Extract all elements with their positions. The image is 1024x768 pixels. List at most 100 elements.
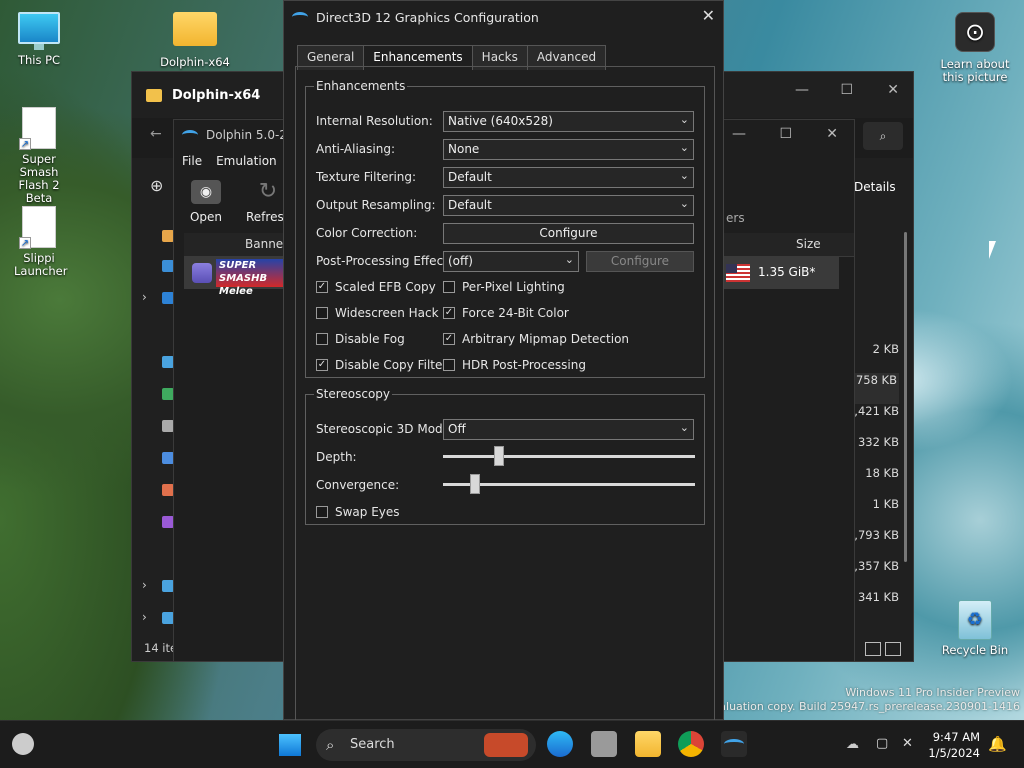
per-pixel-lighting-checkbox[interactable]: Per-Pixel Lighting — [443, 280, 565, 294]
depth-slider-thumb[interactable] — [494, 446, 504, 466]
chevron-down-icon: ⌄ — [679, 421, 689, 434]
mouse-cursor-icon — [989, 241, 996, 259]
notification-bell-icon[interactable]: 🔔 — [988, 735, 1007, 753]
post-processing-label: Post-Processing Effect: — [316, 254, 452, 268]
details-button[interactable]: Details — [854, 180, 896, 194]
open-button[interactable]: ◉ Open — [184, 180, 228, 224]
menu-emulation[interactable]: Emulation — [216, 154, 277, 168]
chevron-down-icon: ⌄ — [564, 253, 574, 266]
graphics-config-dialog[interactable]: Direct3D 12 Graphics Configuration ✕ Gen… — [283, 0, 724, 726]
checkbox-unchecked-icon — [443, 359, 455, 371]
close-icon[interactable]: ✕ — [702, 6, 715, 25]
file-shortcut-icon: ↗ — [19, 107, 56, 150]
mute-icon[interactable]: ✕ — [902, 736, 913, 751]
widescreen-hack-checkbox[interactable]: Widescreen Hack — [316, 306, 439, 320]
new-plus-icon[interactable]: ⊕ — [150, 176, 163, 195]
checkbox-unchecked-icon — [316, 333, 328, 345]
chrome-icon[interactable] — [678, 731, 704, 757]
desktop-icon-learn-picture[interactable]: ⊙ Learn about this picture — [936, 12, 1014, 84]
game-size: 1.35 GiB* — [758, 265, 816, 279]
search-highlight-icon — [484, 733, 528, 757]
dialog-titlebar[interactable]: Direct3D 12 Graphics Configuration — [284, 1, 723, 33]
desktop-icon-this-pc[interactable]: This PC — [0, 12, 78, 67]
force-24bit-color-checkbox[interactable]: ✓ Force 24-Bit Color — [443, 306, 569, 320]
convergence-slider[interactable] — [443, 474, 695, 494]
hdr-post-processing-label: HDR Post-Processing — [462, 358, 586, 372]
minimize-icon[interactable]: — — [795, 82, 809, 98]
expand-chevron-icon[interactable]: › — [142, 290, 147, 304]
stereoscopy-legend: Stereoscopy — [316, 387, 391, 401]
texture-filtering-select[interactable]: Default ⌄ — [443, 167, 694, 188]
post-processing-value: (off) — [448, 254, 473, 268]
desktop-icon-ssf2[interactable]: ↗ Super Smash Flash 2 Beta — [0, 107, 78, 205]
back-arrow-icon[interactable]: ← — [150, 126, 162, 142]
arbitrary-mipmap-label: Arbitrary Mipmap Detection — [462, 332, 630, 346]
minimize-icon[interactable]: — — [732, 126, 746, 142]
taskbar-clock[interactable]: 9:47 AM 1/5/2024 — [928, 729, 980, 761]
network-offline-icon[interactable]: ☁ — [846, 737, 859, 752]
maximize-icon[interactable]: ☐ — [779, 126, 792, 142]
desktop-icon-recycle-bin[interactable]: ♻ Recycle Bin — [936, 600, 1014, 657]
us-flag-icon — [726, 264, 750, 282]
weather-widget-icon[interactable] — [12, 733, 34, 755]
convergence-slider-thumb[interactable] — [470, 474, 480, 494]
depth-slider[interactable] — [443, 446, 695, 466]
disable-copy-filter-checkbox[interactable]: ✓ Disable Copy Filter — [316, 358, 447, 372]
output-resampling-select[interactable]: Default ⌄ — [443, 195, 694, 216]
shortcut-arrow-icon: ↗ — [19, 138, 31, 150]
swap-eyes-label: Swap Eyes — [335, 505, 400, 519]
color-correction-configure-button[interactable]: Configure — [443, 223, 694, 244]
chevron-down-icon: ⌄ — [679, 141, 689, 154]
internal-resolution-value: Native (640x528) — [448, 114, 553, 128]
stereo-mode-label: Stereoscopic 3D Mode: — [316, 422, 455, 436]
task-view-icon[interactable] — [591, 731, 617, 757]
desktop-icon-slippi[interactable]: ↗ Slippi Launcher — [0, 206, 78, 278]
column-size[interactable]: Size — [796, 237, 821, 251]
internal-resolution-select[interactable]: Native (640x528) ⌄ — [443, 111, 694, 132]
close-icon[interactable]: ✕ — [826, 126, 838, 142]
grid-view-icon[interactable] — [885, 642, 901, 656]
post-processing-configure-button: Configure — [586, 251, 694, 272]
start-windows-icon[interactable] — [279, 734, 301, 756]
desktop-icon-label: Recycle Bin — [941, 643, 1009, 657]
hdr-post-processing-checkbox[interactable]: HDR Post-Processing — [443, 358, 586, 372]
dolphin-title: Dolphin 5.0-20 — [206, 128, 295, 142]
banner-text: SUPER SMASHB Melee — [219, 260, 268, 297]
list-view-icon[interactable] — [865, 642, 881, 656]
dolphin-logo-icon — [292, 12, 308, 22]
column-partial[interactable]: ers — [726, 211, 745, 225]
edge-browser-icon[interactable] — [547, 731, 573, 757]
expand-chevron-icon[interactable]: › — [142, 610, 147, 624]
refresh-icon: ↻ — [258, 179, 278, 204]
swap-eyes-checkbox[interactable]: Swap Eyes — [316, 505, 400, 519]
explorer-scrollbar[interactable] — [904, 232, 907, 562]
column-banner[interactable]: Banner — [245, 237, 288, 251]
search-icon[interactable]: ⌕ — [863, 122, 903, 150]
convergence-label: Convergence: — [316, 478, 400, 492]
internal-resolution-label: Internal Resolution: — [316, 114, 433, 128]
anti-aliasing-select[interactable]: None ⌄ — [443, 139, 694, 160]
stereo-mode-select[interactable]: Off ⌄ — [443, 419, 694, 440]
maximize-icon[interactable]: ☐ — [840, 82, 853, 98]
taskbar-search[interactable]: ⌕ Search — [316, 729, 536, 761]
search-label: Search — [350, 737, 395, 752]
desktop-icon-dolphin-folder[interactable]: Dolphin-x64 — [156, 12, 234, 69]
menu-file[interactable]: File — [182, 154, 202, 168]
dolphin-toolbar: ◉ Open ↻ Refresh — [184, 179, 291, 225]
scaled-efb-copy-checkbox[interactable]: ✓ Scaled EFB Copy — [316, 280, 436, 294]
disable-fog-checkbox[interactable]: Disable Fog — [316, 332, 405, 346]
checkbox-unchecked-icon — [316, 307, 328, 319]
file-explorer-icon[interactable] — [635, 731, 661, 757]
folder-icon — [173, 12, 217, 46]
dolphin-taskbar-icon[interactable] — [721, 731, 747, 757]
disable-fog-label: Disable Fog — [335, 332, 405, 346]
close-icon[interactable]: ✕ — [887, 82, 899, 98]
texture-filtering-label: Texture Filtering: — [316, 170, 417, 184]
arbitrary-mipmap-checkbox[interactable]: ✓ Arbitrary Mipmap Detection — [443, 332, 629, 346]
enhancements-panel: Enhancements Internal Resolution: Native… — [295, 66, 715, 726]
chevron-down-icon: ⌄ — [679, 169, 689, 182]
expand-chevron-icon[interactable]: › — [142, 578, 147, 592]
clock-date: 1/5/2024 — [928, 746, 980, 760]
post-processing-select[interactable]: (off) ⌄ — [443, 251, 579, 272]
display-icon[interactable]: ▢ — [876, 736, 888, 751]
